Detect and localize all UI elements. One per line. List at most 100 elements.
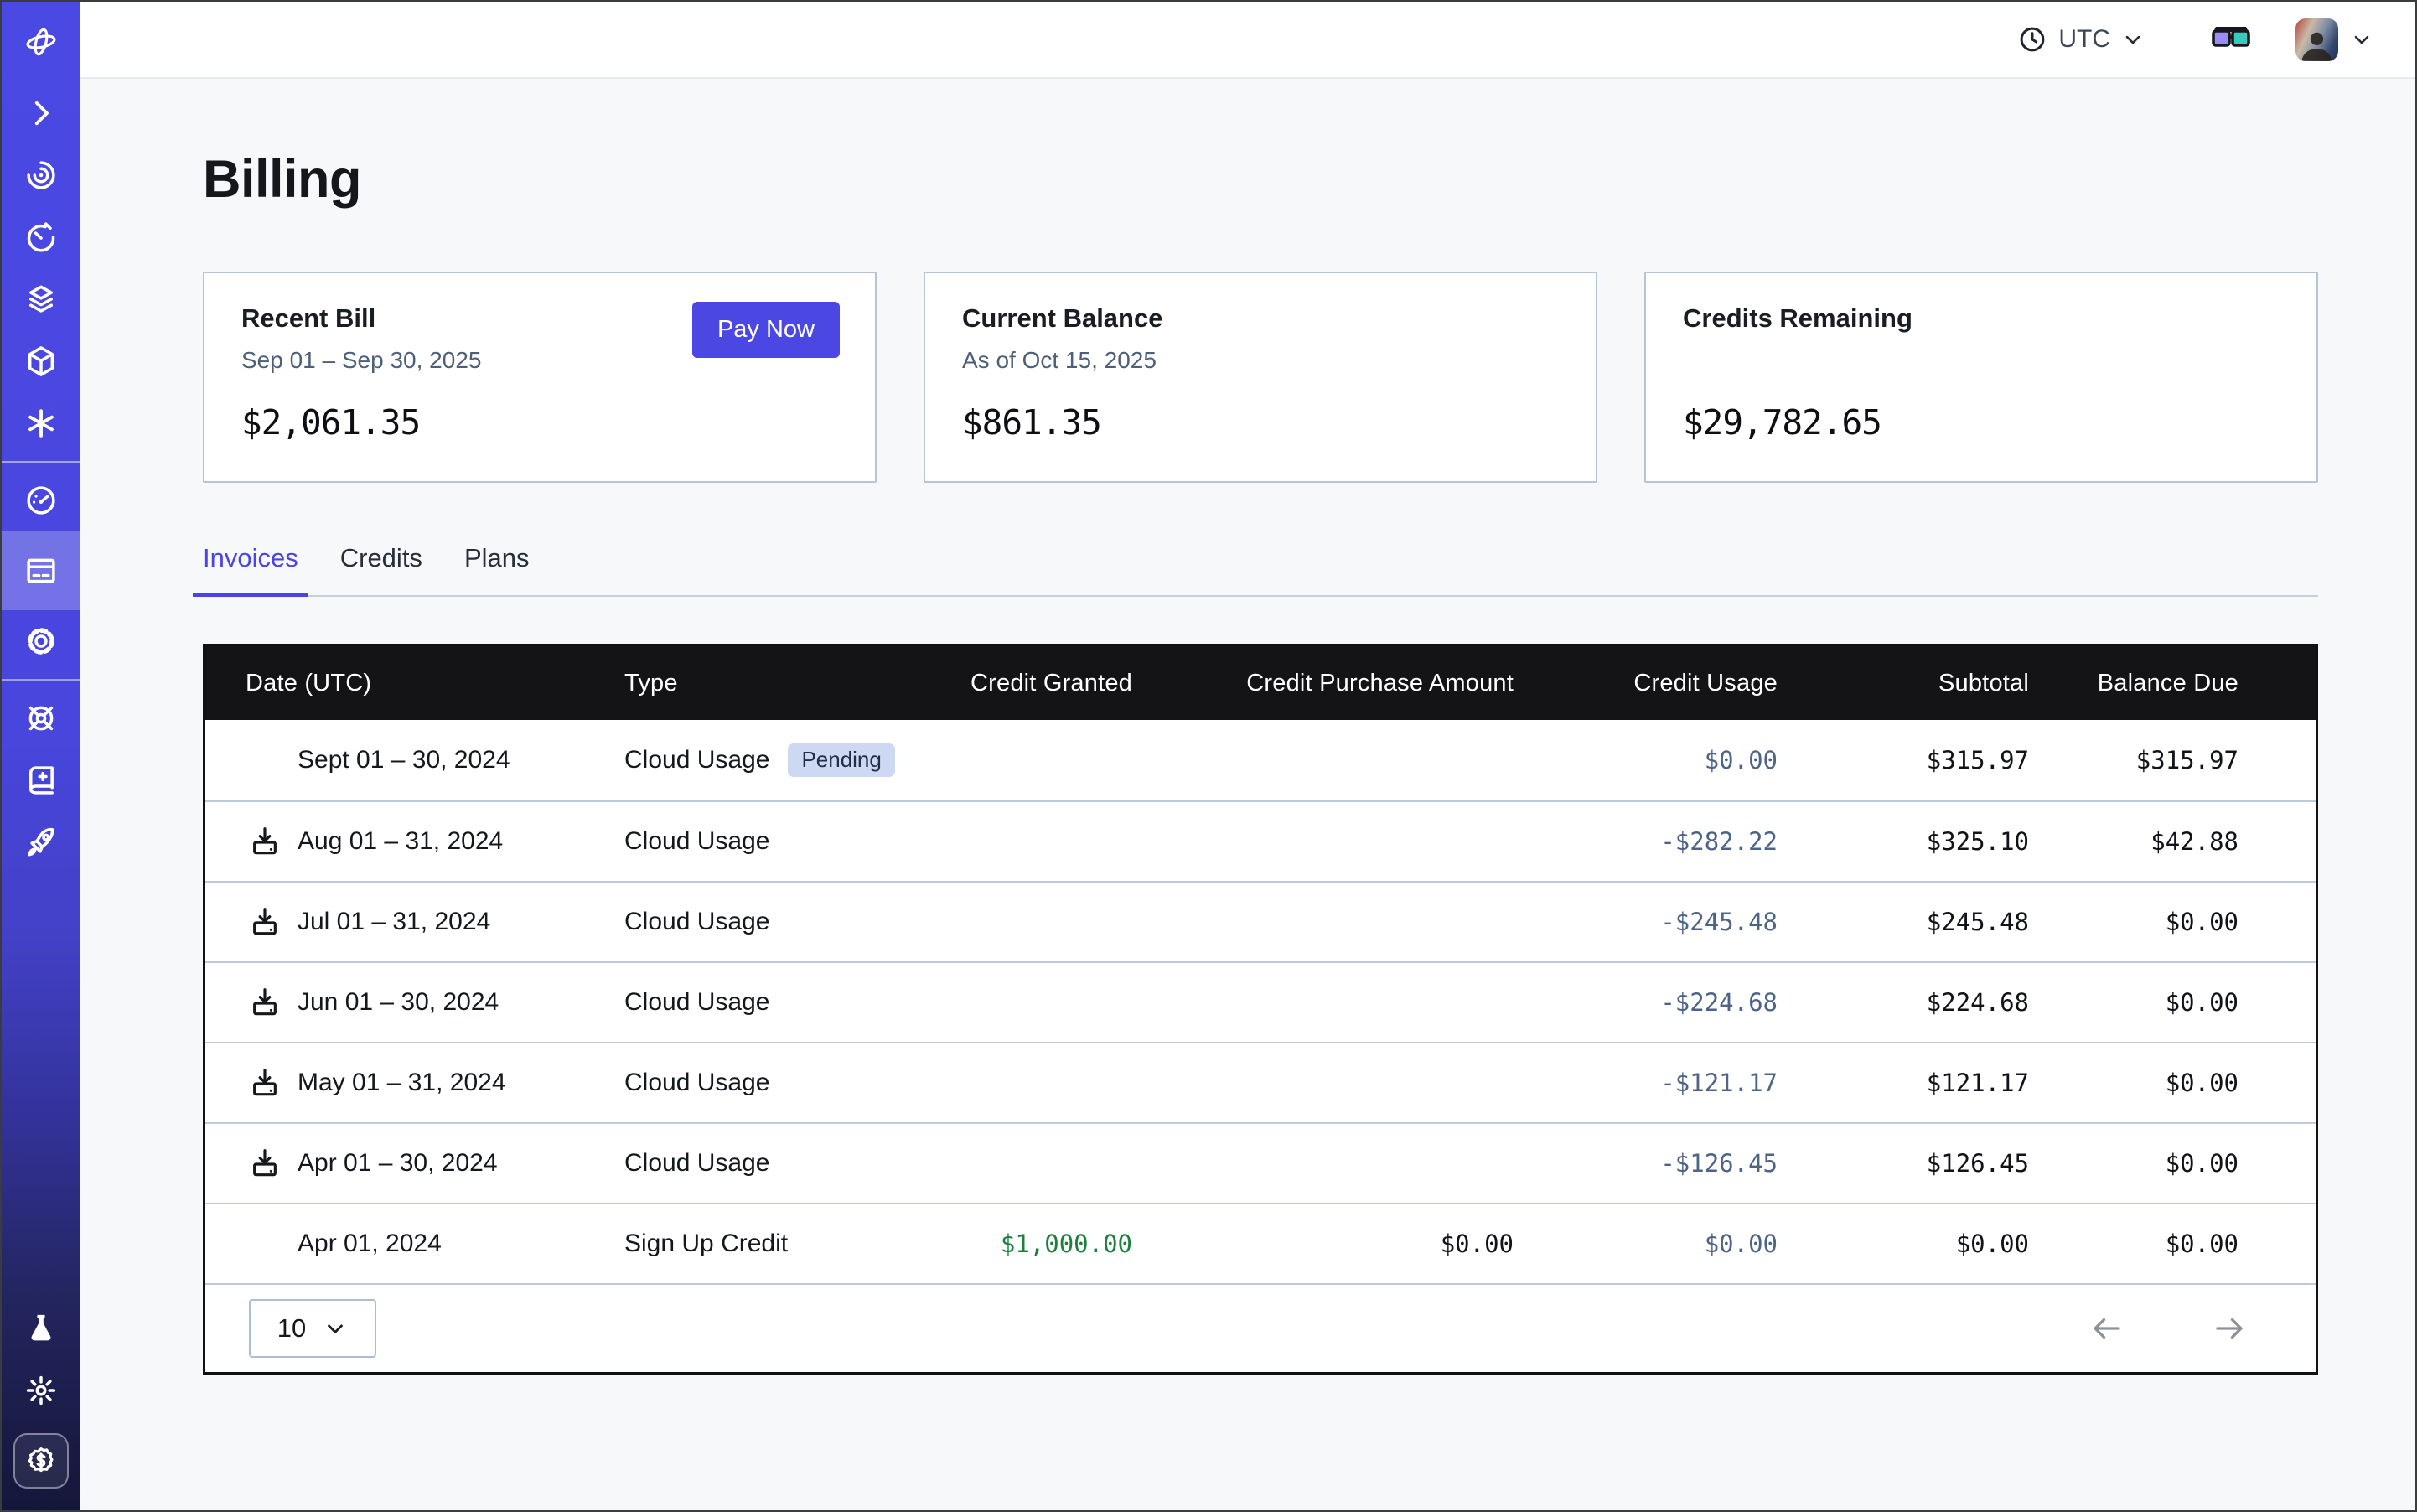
billing-card-icon [23, 553, 59, 588]
download-invoice-button[interactable] [248, 825, 282, 858]
arrow-right-icon [2212, 1311, 2247, 1346]
sidebar [2, 2, 80, 1510]
sun-theme-icon[interactable] [2, 1359, 80, 1421]
layers-icon[interactable] [2, 268, 80, 330]
billing-tabs: Invoices Credits Plans [203, 543, 2318, 597]
credit-usage: -$245.48 [1534, 908, 1798, 936]
chevron-down-icon [2350, 28, 2373, 51]
3d-glasses-icon [2209, 23, 2253, 56]
arrow-left-icon [2089, 1311, 2125, 1346]
invoice-type: Cloud Usage [624, 1149, 769, 1178]
table-row: May 01 – 31, 2024 Cloud Usage -$121.17 $… [205, 1042, 2316, 1122]
credits-dollar-button[interactable] [13, 1433, 69, 1489]
status-badge: Pending [788, 743, 894, 777]
timezone-selector[interactable]: UTC [2012, 23, 2150, 55]
recent-bill-card: Recent Bill Sep 01 – Sep 30, 2025 $2,061… [203, 272, 877, 483]
collapse-chevron-icon[interactable] [2, 82, 80, 144]
card-subtitle [1683, 347, 2280, 377]
asterisk-icon[interactable] [2, 392, 80, 454]
dollar-badge-icon [23, 1443, 59, 1478]
balance-due: $315.97 [2049, 746, 2316, 774]
balance-due: $42.88 [2049, 827, 2316, 856]
credit-usage: -$121.17 [1534, 1069, 1798, 1097]
pagination-controls [2089, 1311, 2272, 1346]
chevron-down-icon [323, 1316, 348, 1341]
observe-spiral-icon[interactable] [2, 144, 80, 206]
orbit-logo-icon[interactable] [2, 2, 80, 82]
pay-now-button[interactable]: Pay Now [692, 302, 840, 358]
table-header: Date (UTC) Type Credit Granted Credit Pu… [205, 646, 2316, 720]
subtotal: $121.17 [1798, 1069, 2049, 1097]
card-amount: $29,782.65 [1683, 402, 2280, 443]
download-slot [246, 742, 284, 779]
timer-icon[interactable] [2, 206, 80, 268]
invoice-date: Aug 01 – 31, 2024 [298, 827, 503, 856]
table-row: Jun 01 – 30, 2024 Cloud Usage -$224.68 $… [205, 961, 2316, 1042]
subtotal: $245.48 [1798, 908, 2049, 936]
balance-due: $0.00 [2049, 1149, 2316, 1178]
person-silhouette-icon [2295, 22, 2338, 61]
invoice-type: Cloud Usage [624, 908, 769, 936]
page-size-select[interactable]: 10 [249, 1299, 376, 1358]
card-title: Credits Remaining [1683, 303, 2280, 334]
sidebar-divider [2, 679, 80, 681]
previous-page-button[interactable] [2089, 1311, 2125, 1346]
clock-icon [2017, 24, 2047, 54]
download-icon [248, 905, 282, 939]
invoice-date: Apr 01 – 30, 2024 [298, 1149, 498, 1178]
tab-credits[interactable]: Credits [340, 543, 422, 595]
download-invoice-button[interactable] [248, 905, 282, 939]
credit-usage: $0.00 [1534, 1230, 1798, 1258]
flask-icon[interactable] [2, 1297, 80, 1359]
current-balance-card: Current Balance As of Oct 15, 2025 $861.… [924, 272, 1597, 483]
sidebar-item-billing[interactable] [2, 531, 80, 610]
account-menu[interactable] [2290, 18, 2378, 62]
credit-purchase: $0.00 [1152, 1230, 1534, 1258]
sidebar-bottom [2, 1297, 80, 1510]
3d-glasses-button[interactable] [2204, 22, 2258, 57]
col-credit-purchase: Credit Purchase Amount [1152, 670, 1534, 697]
cube-icon[interactable] [2, 330, 80, 392]
topbar: UTC [80, 2, 2415, 79]
tab-invoices[interactable]: Invoices [203, 543, 298, 595]
page-size-value: 10 [277, 1313, 306, 1344]
table-row: Aug 01 – 31, 2024 Cloud Usage -$282.22 $… [205, 800, 2316, 881]
next-page-button[interactable] [2212, 1311, 2247, 1346]
rocket-icon[interactable] [2, 811, 80, 873]
credit-granted: $1,000.00 [947, 1230, 1152, 1258]
balance-due: $0.00 [2049, 1069, 2316, 1097]
invoice-type: Cloud Usage [624, 988, 769, 1017]
subtotal: $315.97 [1798, 746, 2049, 774]
tab-plans[interactable]: Plans [464, 543, 530, 595]
download-invoice-button[interactable] [248, 1147, 282, 1180]
table-row: Sept 01 – 30, 2024 Cloud UsagePending $0… [205, 720, 2316, 800]
table-row: Jul 01 – 31, 2024 Cloud Usage -$245.48 $… [205, 881, 2316, 961]
balance-due: $0.00 [2049, 988, 2316, 1017]
docs-book-icon[interactable] [2, 749, 80, 811]
invoice-date: May 01 – 31, 2024 [298, 1069, 506, 1097]
card-amount: $861.35 [962, 402, 1559, 443]
download-icon [248, 1066, 282, 1100]
usage-gauge-icon[interactable] [2, 469, 80, 531]
credit-usage: -$282.22 [1534, 827, 1798, 856]
settings-gear-icon[interactable] [2, 610, 80, 672]
download-icon [248, 825, 282, 858]
credit-usage: $0.00 [1534, 746, 1798, 774]
credit-usage: -$224.68 [1534, 988, 1798, 1017]
table-row: Apr 01 – 30, 2024 Cloud Usage -$126.45 $… [205, 1122, 2316, 1203]
download-invoice-button[interactable] [248, 1066, 282, 1100]
download-invoice-button[interactable] [248, 986, 282, 1019]
helm-wheel-icon[interactable] [2, 687, 80, 749]
summary-cards: Recent Bill Sep 01 – Sep 30, 2025 $2,061… [203, 272, 2318, 483]
balance-due: $0.00 [2049, 908, 2316, 936]
billing-screen: UTC [0, 0, 2417, 1512]
col-balance-due: Balance Due [2049, 670, 2316, 697]
invoices-table: Date (UTC) Type Credit Granted Credit Pu… [203, 644, 2318, 1375]
invoice-date: Sept 01 – 30, 2024 [298, 746, 510, 774]
invoice-type: Cloud Usage [624, 1069, 769, 1097]
subtotal: $325.10 [1798, 827, 2049, 856]
col-date: Date (UTC) [205, 670, 582, 697]
main-area: UTC [80, 2, 2415, 1510]
credit-usage: -$126.45 [1534, 1149, 1798, 1178]
col-subtotal: Subtotal [1798, 670, 2049, 697]
